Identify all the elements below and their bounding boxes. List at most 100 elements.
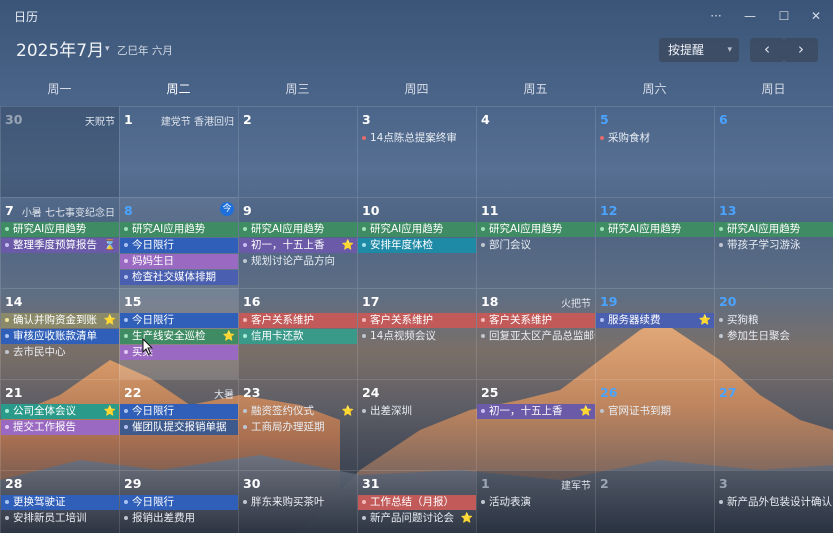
- day-cell[interactable]: 22 大暑 今日限行 催团队提交报销单据: [119, 379, 238, 470]
- day-cell[interactable]: 31 工作总结（月报） 新产品问题讨论会 ⭐: [357, 470, 476, 533]
- day-cell[interactable]: 3 新产品外包装设计确认: [714, 470, 833, 533]
- event-item[interactable]: 去市民中心: [1, 345, 119, 360]
- day-cell[interactable]: 30 胖东来购买茶叶: [238, 470, 357, 533]
- event-item[interactable]: 生产线安全巡检 ⭐: [120, 329, 238, 344]
- next-month-button[interactable]: ›: [784, 38, 818, 62]
- day-cell[interactable]: 30 天贶节: [0, 106, 119, 197]
- event-item[interactable]: 安排年度体检: [358, 238, 476, 253]
- day-cell[interactable]: 17 客户关系维护 14点视频会议: [357, 288, 476, 379]
- remind-filter-dropdown[interactable]: 按提醒 ▾: [659, 38, 739, 62]
- event-item[interactable]: 规划讨论产品方向: [239, 254, 357, 269]
- chevron-down-icon[interactable]: ▾: [105, 44, 110, 54]
- day-cell[interactable]: 9 研究AI应用趋势 初一，十五上香 ⭐ 规划讨论产品方向: [238, 197, 357, 288]
- event-item[interactable]: 信用卡还款: [239, 329, 357, 344]
- event-item[interactable]: 研究AI应用趋势: [596, 222, 714, 237]
- day-cell[interactable]: 21 公司全体会议 ⭐ 提交工作报告: [0, 379, 119, 470]
- event-item[interactable]: 客户关系维护: [477, 313, 595, 328]
- event-item[interactable]: 研究AI应用趋势: [477, 222, 595, 237]
- event-item[interactable]: 14点陈总提案终审: [358, 131, 476, 146]
- day-cell[interactable]: 7 小暑 七七事变纪念日 研究AI应用趋势 整理季度预算报告 ⌛: [0, 197, 119, 288]
- event-item[interactable]: 妈妈生日: [120, 254, 238, 269]
- day-cell[interactable]: 16 客户关系维护 信用卡还款: [238, 288, 357, 379]
- event-item[interactable]: 工商局办理延期: [239, 420, 357, 435]
- event-item[interactable]: 带孩子学习游泳: [715, 238, 833, 253]
- event-item[interactable]: 报销出差费用: [120, 511, 238, 526]
- event-item[interactable]: 研究AI应用趋势: [120, 222, 238, 237]
- day-cell[interactable]: 20 买狗粮 参加生日聚会: [714, 288, 833, 379]
- event-list: 采购食材: [596, 131, 714, 147]
- event-item[interactable]: 今日限行: [120, 404, 238, 419]
- event-item[interactable]: 更换驾驶证: [1, 495, 119, 510]
- day-cell[interactable]: 6: [714, 106, 833, 197]
- event-item[interactable]: 催团队提交报销单据: [120, 420, 238, 435]
- event-item[interactable]: 研究AI应用趋势: [1, 222, 119, 237]
- prev-month-button[interactable]: ‹: [750, 38, 784, 62]
- event-item[interactable]: 官网证书到期: [596, 404, 714, 419]
- event-item[interactable]: 客户关系维护: [239, 313, 357, 328]
- event-item[interactable]: 胖东来购买茶叶: [239, 495, 357, 510]
- day-cell[interactable]: 18 火把节 客户关系维护 回复亚太区产品总监邮件: [476, 288, 595, 379]
- day-cell[interactable]: 15 今日限行生产线安全巡检⭐买菜: [119, 288, 238, 379]
- event-item[interactable]: 客户关系维护: [358, 313, 476, 328]
- day-cell[interactable]: 27: [714, 379, 833, 470]
- event-item[interactable]: 公司全体会议 ⭐: [1, 404, 119, 419]
- day-cell[interactable]: 19 服务器续费 ⭐: [595, 288, 714, 379]
- maximize-button[interactable]: ☐: [774, 6, 794, 26]
- day-number: 2: [600, 476, 609, 491]
- event-dot-icon: [243, 425, 247, 429]
- event-item[interactable]: 研究AI应用趋势: [358, 222, 476, 237]
- event-item[interactable]: 采购食材: [596, 131, 714, 146]
- day-cell[interactable]: 12 研究AI应用趋势: [595, 197, 714, 288]
- event-item[interactable]: 14点视频会议: [358, 329, 476, 344]
- day-cell[interactable]: 2: [238, 106, 357, 197]
- event-item[interactable]: 新产品问题讨论会 ⭐: [358, 511, 476, 526]
- event-item[interactable]: 买菜: [120, 345, 238, 360]
- event-item[interactable]: 活动表演: [477, 495, 595, 510]
- month-title[interactable]: 2025年7月: [16, 36, 104, 61]
- day-cell[interactable]: 8 今研究AI应用趋势 今日限行 妈妈生日 检查社交媒体排期: [119, 197, 238, 288]
- event-item[interactable]: 今日限行: [120, 495, 238, 510]
- day-cell[interactable]: 14 确认并购资金到账 ⭐ 审核应收账款清单 去市民中心: [0, 288, 119, 379]
- event-item[interactable]: 融资签约仪式 ⭐: [239, 404, 357, 419]
- event-dot-icon: [481, 243, 485, 247]
- day-cell[interactable]: 5 采购食材: [595, 106, 714, 197]
- event-item[interactable]: 新产品外包装设计确认: [715, 495, 833, 510]
- event-item[interactable]: 安排新员工培训: [1, 511, 119, 526]
- event-item[interactable]: 提交工作报告: [1, 420, 119, 435]
- day-cell[interactable]: 11 研究AI应用趋势 部门会议: [476, 197, 595, 288]
- day-cell[interactable]: 23 融资签约仪式 ⭐ 工商局办理延期: [238, 379, 357, 470]
- day-cell[interactable]: 4: [476, 106, 595, 197]
- event-item[interactable]: 回复亚太区产品总监邮件: [477, 329, 595, 344]
- day-cell[interactable]: 3 14点陈总提案终审: [357, 106, 476, 197]
- event-item[interactable]: 参加生日聚会: [715, 329, 833, 344]
- close-button[interactable]: ✕: [806, 6, 826, 26]
- event-item[interactable]: 确认并购资金到账 ⭐: [1, 313, 119, 328]
- day-cell[interactable]: 24 出差深圳: [357, 379, 476, 470]
- event-item[interactable]: 服务器续费 ⭐: [596, 313, 714, 328]
- event-item[interactable]: 检查社交媒体排期: [120, 270, 238, 285]
- event-item[interactable]: 整理季度预算报告 ⌛: [1, 238, 119, 253]
- event-item[interactable]: 工作总结（月报）: [358, 495, 476, 510]
- event-item[interactable]: 买狗粮: [715, 313, 833, 328]
- day-cell[interactable]: 10 研究AI应用趋势 安排年度体检: [357, 197, 476, 288]
- event-item[interactable]: 研究AI应用趋势: [239, 222, 357, 237]
- event-item[interactable]: 审核应收账款清单: [1, 329, 119, 344]
- day-cell[interactable]: 2: [595, 470, 714, 533]
- event-item[interactable]: 今日限行: [120, 313, 238, 328]
- day-cell[interactable]: 28 更换驾驶证 安排新员工培训: [0, 470, 119, 533]
- minimize-button[interactable]: —: [740, 6, 760, 26]
- event-item[interactable]: 初一，十五上香 ⭐: [477, 404, 595, 419]
- event-item[interactable]: 出差深圳: [358, 404, 476, 419]
- event-item[interactable]: 研究AI应用趋势: [715, 222, 833, 237]
- day-cell[interactable]: 25 初一，十五上香 ⭐: [476, 379, 595, 470]
- day-cell[interactable]: 29 今日限行 报销出差费用: [119, 470, 238, 533]
- event-item[interactable]: 初一，十五上香 ⭐: [239, 238, 357, 253]
- event-item[interactable]: 今日限行: [120, 238, 238, 253]
- day-cell[interactable]: 1 建党节 香港回归: [119, 106, 238, 197]
- event-dot-icon: [5, 318, 9, 322]
- day-cell[interactable]: 26 官网证书到期: [595, 379, 714, 470]
- more-options-button[interactable]: ···: [706, 6, 726, 26]
- day-cell[interactable]: 13 研究AI应用趋势 带孩子学习游泳: [714, 197, 833, 288]
- event-item[interactable]: 部门会议: [477, 238, 595, 253]
- day-cell[interactable]: 1 建军节 活动表演: [476, 470, 595, 533]
